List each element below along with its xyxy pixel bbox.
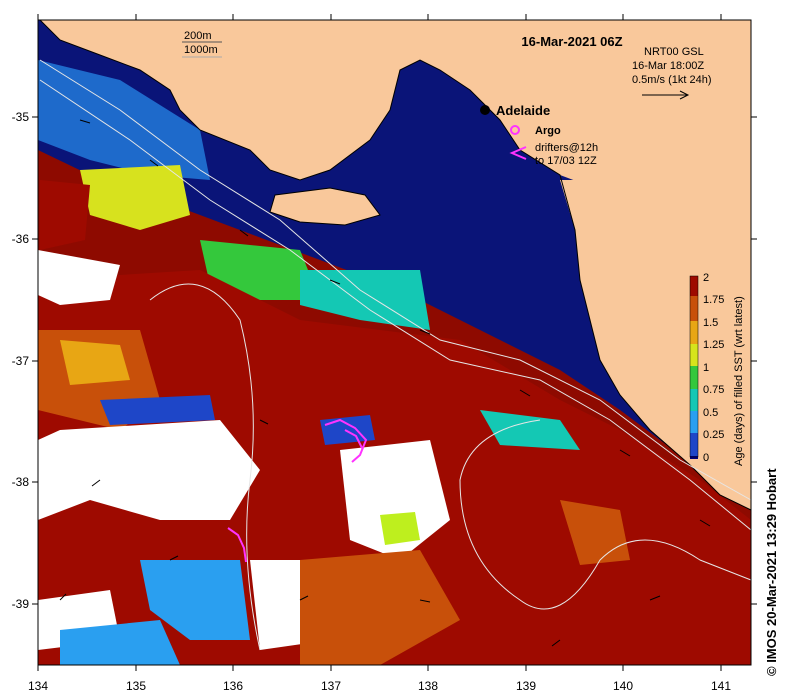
- x-tick-label: 135: [126, 679, 146, 693]
- colorbar-tick: 2: [703, 272, 709, 284]
- x-tick-label: 136: [223, 679, 243, 693]
- city-marker-icon: [480, 105, 490, 115]
- current-legend-line2: 16-Mar 18:00Z: [632, 60, 704, 72]
- argo-legend-label: Argo: [535, 125, 561, 137]
- colorbar-tick: 0: [703, 452, 709, 464]
- y-tick-label: -37: [12, 354, 30, 368]
- colorbar-tick: 0.5: [703, 407, 718, 419]
- contour-legend-1000m: 1000m: [184, 44, 218, 56]
- colorbar-tick: 1.5: [703, 317, 718, 329]
- x-tick-label: 137: [321, 679, 341, 693]
- colorbar-tick: 1.75: [703, 294, 724, 306]
- y-tick-label: -39: [12, 597, 30, 611]
- colorbar-tick: 0.25: [703, 429, 724, 441]
- y-tick-label: -36: [12, 232, 30, 246]
- drifters-legend-line2: to 17/03 12Z: [535, 155, 597, 167]
- x-tick-label: 139: [516, 679, 536, 693]
- colorbar-tick: 0.75: [703, 384, 724, 396]
- x-tick-label: 138: [418, 679, 438, 693]
- city-label-adelaide: Adelaide: [496, 103, 550, 118]
- x-tick-label: 134: [28, 679, 48, 693]
- colorbar-tick: 1.25: [703, 339, 724, 351]
- drifters-legend-line1: drifters@12h: [535, 142, 598, 154]
- y-tick-label: -35: [12, 110, 30, 124]
- contour-legend-200m: 200m: [184, 30, 212, 42]
- current-legend-line1: NRT00 GSL: [644, 46, 704, 58]
- x-tick-label: 141: [711, 679, 731, 693]
- sst-map: 134 135 136 137 138 139 140 141 -35 -36 …: [12, 14, 757, 693]
- x-tick-label: 140: [613, 679, 633, 693]
- colorbar-label: Age (days) of filled SST (wrt latest): [733, 296, 745, 466]
- current-legend-line3: 0.5m/s (1kt 24h): [632, 74, 711, 86]
- credit-text: © IMOS 20-Mar-2021 13:29 Hobart: [764, 468, 779, 676]
- colorbar-tick: 1: [703, 362, 709, 374]
- y-tick-label: -38: [12, 475, 30, 489]
- map-title: 16-Mar-2021 06Z: [521, 34, 622, 49]
